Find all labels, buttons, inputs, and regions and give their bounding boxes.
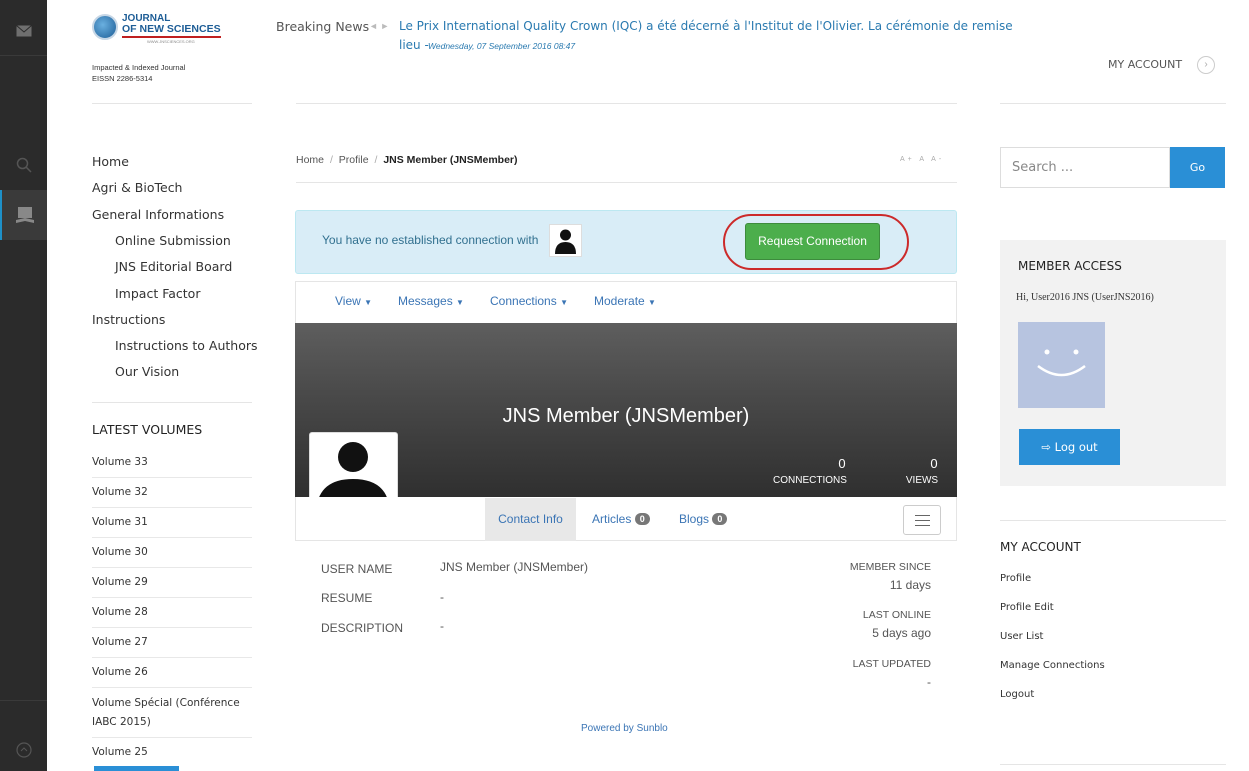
highlight-annotation [723, 214, 909, 270]
arrow-circle-icon[interactable] [0, 742, 47, 762]
volume-link[interactable]: Volume 25 [92, 746, 252, 758]
menu-icon[interactable] [903, 505, 941, 535]
volume-link[interactable]: Volume 30 [92, 546, 252, 558]
menu-item-instructions[interactable]: Instructions [92, 312, 165, 327]
logo-globe-icon[interactable] [92, 14, 118, 40]
breadcrumb-home[interactable]: Home [296, 154, 324, 166]
last-updated-value: - [927, 675, 931, 689]
member-avatar[interactable] [1018, 322, 1105, 408]
search-go-button[interactable]: Go [1170, 147, 1225, 188]
menu-item-impact-factor[interactable]: Impact Factor [115, 286, 200, 301]
nav-messages-dropdown[interactable]: Messages ▼ [398, 294, 464, 308]
search-input[interactable]: Search ... [1000, 147, 1170, 188]
logo-line2: OF NEW SCIENCES [122, 23, 221, 38]
member-access-title: MEMBER ACCESS [1018, 259, 1122, 273]
account-link-profile[interactable]: Profile [1000, 573, 1031, 584]
my-account-link[interactable]: MY ACCOUNT [1108, 58, 1182, 71]
latest-volumes-title: LATEST VOLUMES [92, 422, 203, 437]
last-updated-label: LAST UPDATED [852, 658, 931, 670]
divider [1000, 520, 1226, 521]
member-greeting: Hi, User2016 JNS (UserJNS2016) [1016, 292, 1154, 303]
menu-item-online-submission[interactable]: Online Submission [115, 233, 231, 248]
resume-label: RESUME [321, 591, 373, 605]
menu-item-our-vision[interactable]: Our Vision [115, 364, 179, 379]
search-icon[interactable] [0, 157, 47, 177]
nav-connections-dropdown[interactable]: Connections ▼ [490, 294, 568, 308]
alert-text: You have no established connection with [322, 233, 539, 247]
last-online-label: LAST ONLINE [862, 609, 931, 621]
logo-issn: EISSN 2286-5314 [92, 74, 153, 83]
book-reader-icon[interactable] [0, 190, 47, 240]
views-count: 0 [930, 456, 938, 471]
mail-icon[interactable] [0, 24, 47, 44]
articles-count-badge: 0 [634, 513, 650, 525]
divider [296, 182, 957, 183]
breaking-news-link[interactable]: Le Prix International Quality Crown (IQC… [399, 19, 1013, 33]
menu-item-instructions-authors[interactable]: Instructions to Authors [115, 338, 258, 353]
side-rail [0, 0, 47, 771]
connections-count[interactable]: 0 [812, 456, 872, 471]
chevron-right-icon[interactable]: › [1197, 56, 1215, 74]
logo-url: WWW.JNSCIENCES.ORG [147, 39, 195, 44]
account-link-user-list[interactable]: User List [1000, 631, 1043, 642]
description-value: - [440, 619, 444, 633]
breadcrumb-separator: / [374, 154, 378, 166]
more-volumes-button[interactable] [94, 766, 179, 771]
volume-link[interactable]: Volume 28 [92, 606, 252, 618]
logout-icon: ⇨ [1041, 440, 1051, 454]
divider [1000, 103, 1226, 104]
breaking-news-link-cont[interactable]: lieu - [399, 38, 429, 52]
username-value: JNS Member (JNSMember) [440, 560, 589, 574]
breaking-news-label: Breaking News [276, 19, 370, 34]
volume-link[interactable]: Volume 26 [92, 666, 252, 678]
divider [296, 103, 957, 104]
menu-item-agri[interactable]: Agri & BioTech [92, 180, 183, 195]
volume-link[interactable]: Volume 32 [92, 486, 252, 498]
description-label: DESCRIPTION [321, 621, 404, 635]
divider [92, 103, 252, 104]
volume-link-cont[interactable]: IABC 2015) [92, 716, 252, 728]
volume-link[interactable]: Volume 33 [92, 456, 252, 468]
volume-link[interactable]: Volume 29 [92, 576, 252, 588]
my-account-title: MY ACCOUNT [1000, 540, 1081, 554]
views-label: VIEWS [905, 475, 939, 486]
resume-value: - [440, 590, 444, 604]
tab-blogs[interactable]: Blogs 0 [679, 512, 728, 526]
nav-view-dropdown[interactable]: View ▼ [335, 294, 372, 308]
volume-link[interactable]: Volume 27 [92, 636, 252, 648]
news-nav-arrows-icon[interactable]: ◄ ► [369, 21, 389, 31]
logo-tagline: Impacted & Indexed Journal [92, 63, 186, 72]
breaking-news-date: Wednesday, 07 September 2016 08:47 [428, 41, 576, 51]
breadcrumb-profile[interactable]: Profile [339, 154, 369, 166]
tab-contact-info[interactable]: Contact Info [485, 498, 576, 541]
divider [1000, 764, 1226, 765]
breadcrumb-current: JNS Member (JNSMember) [383, 154, 518, 166]
volume-link[interactable]: Volume 31 [92, 516, 252, 528]
member-since-label: MEMBER SINCE [849, 561, 931, 573]
username-label: USER NAME [321, 562, 393, 576]
menu-item-general[interactable]: General Informations [92, 207, 224, 222]
account-link-profile-edit[interactable]: Profile Edit [1000, 602, 1054, 613]
nav-moderate-dropdown[interactable]: Moderate ▼ [594, 294, 656, 308]
menu-item-editorial-board[interactable]: JNS Editorial Board [115, 259, 232, 274]
font-size-controls[interactable]: A+ A A- [900, 156, 944, 163]
blogs-count-badge: 0 [712, 513, 728, 525]
last-online-value: 5 days ago [872, 626, 931, 640]
profile-name: JNS Member (JNSMember) [502, 405, 750, 427]
connections-label[interactable]: CONNECTIONS [762, 475, 858, 486]
breadcrumb: Home / Profile / JNS Member (JNSMember) [296, 154, 518, 166]
divider [92, 402, 252, 403]
menu-item-home[interactable]: Home [92, 154, 129, 169]
user-silhouette-icon [549, 224, 582, 257]
account-link-logout[interactable]: Logout [1000, 689, 1034, 700]
account-link-manage-connections[interactable]: Manage Connections [1000, 660, 1105, 671]
breadcrumb-separator: / [329, 154, 333, 166]
powered-by-link[interactable]: Powered by Sunblo [581, 723, 668, 734]
logout-button[interactable]: ⇨ Log out [1019, 429, 1120, 465]
tab-articles[interactable]: Articles 0 [592, 512, 650, 526]
volume-link[interactable]: Volume Spécial (Conférence [92, 697, 252, 709]
member-since-value: 11 days [889, 578, 931, 592]
